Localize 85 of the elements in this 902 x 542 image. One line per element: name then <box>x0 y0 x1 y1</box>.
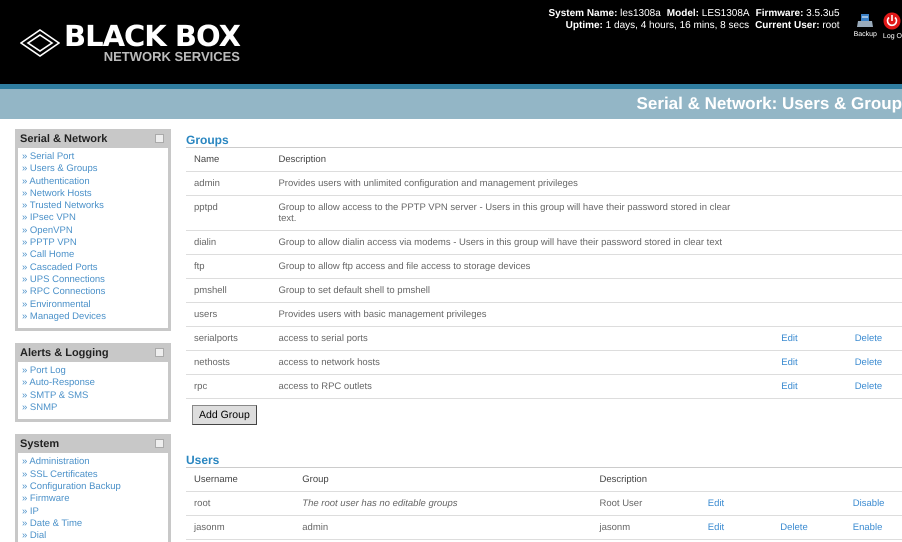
sidebar-link[interactable]: » Managed Devices <box>22 310 164 324</box>
system-info-text: System Name: les1308a <box>548 8 661 20</box>
table-cell: admin <box>302 522 328 533</box>
sidebar-link[interactable]: » Port Log <box>22 365 164 378</box>
sidebar-link[interactable]: » Authentication <box>22 176 164 188</box>
panel-title: Alerts & Logging <box>20 346 109 359</box>
edit-link[interactable]: Edit <box>781 333 798 344</box>
table-cell: dialin <box>194 237 216 248</box>
sidebar-link[interactable]: » SMTP & SMS <box>22 390 164 402</box>
collapse-icon[interactable] <box>155 439 164 448</box>
table-cell: pptpd <box>194 202 218 213</box>
system-info-text: Model: LES1308A <box>666 8 750 20</box>
edit-link[interactable]: Edit <box>781 357 798 368</box>
diamond-logo-icon <box>20 28 60 56</box>
table-cell: nethosts <box>194 357 230 368</box>
sidebar-link[interactable]: » Cascaded Ports <box>22 262 164 274</box>
delete-link[interactable]: Delete <box>780 522 808 533</box>
column-header: Username <box>194 474 238 485</box>
add-group-button[interactable]: Add Group <box>192 405 257 425</box>
sidebar-link[interactable]: » Network Hosts <box>22 188 164 200</box>
sidebar-link[interactable]: » Trusted Networks <box>22 200 164 212</box>
table-cell: Group to allow ftp access and file access to storage devices <box>278 261 530 272</box>
edit-link[interactable]: Edit <box>781 381 798 392</box>
table-cell: access to serial ports <box>278 333 368 344</box>
brand-name: BLACK BOX <box>64 22 240 50</box>
page-title: Serial & Network: Users & Group <box>636 94 902 114</box>
table-cell: users <box>194 309 218 320</box>
panel-title: System <box>20 438 60 450</box>
panel-title: Serial & Network <box>20 132 108 144</box>
sidebar-link[interactable]: » Auto-Response <box>22 377 164 390</box>
table-cell: jasonm <box>194 522 225 533</box>
collapse-icon[interactable] <box>155 348 164 358</box>
toggle-link[interactable]: Disable <box>852 498 884 509</box>
table-cell: The root user has no editable groups <box>302 498 458 509</box>
power-icon <box>883 12 902 30</box>
delete-link[interactable]: Delete <box>854 357 882 368</box>
column-header: Description <box>278 154 326 165</box>
table-cell: Provides users with basic management privileges <box>278 309 487 320</box>
edit-link[interactable]: Edit <box>708 498 724 509</box>
sidebar-link[interactable]: » Dial <box>22 530 164 542</box>
table-cell: ftp <box>194 261 205 272</box>
edit-link[interactable]: Edit <box>708 522 724 533</box>
sidebar-link[interactable]: » PPTP VPN <box>22 237 164 250</box>
column-header: Group <box>302 474 329 485</box>
column-header: Name <box>194 154 220 165</box>
table-cell: Group to allow access to the PPTP VPN server - Users in this group will have their password stored in clear text. <box>278 202 730 224</box>
table-cell: rpc <box>194 381 208 392</box>
sidebar-link[interactable]: » UPS Connections <box>22 274 164 286</box>
brand-tagline: NETWORK SERVICES <box>104 50 240 63</box>
tray-icon <box>856 12 874 28</box>
sidebar-link[interactable]: » Users & Groups <box>22 163 164 176</box>
sidebar-link[interactable]: » OpenVPN <box>22 224 164 238</box>
section-title: Users <box>186 453 902 468</box>
sidebar-link[interactable]: » Serial Port <box>22 151 164 164</box>
sidebar-link[interactable]: » Configuration Backup <box>22 480 164 494</box>
sidebar-link[interactable]: » SNMP <box>22 402 164 414</box>
system-info-text: Uptime: 1 days, 4 hours, 16 mins, 8 secs <box>566 20 750 32</box>
sidebar-link[interactable]: » Administration <box>22 456 164 469</box>
table-cell: Root User <box>599 498 642 509</box>
table-cell: admin <box>194 178 220 189</box>
table-cell: Provides users with unlimited configuration and management privileges <box>278 178 578 189</box>
sidebar-link[interactable]: » Environmental <box>22 298 164 311</box>
table-cell: access to network hosts <box>278 357 380 368</box>
table-cell: Group to allow dialin access via modems - Users in this group will have their password stored in clear text <box>278 237 722 248</box>
table-cell: jasonm <box>599 522 630 533</box>
table-cell: access to RPC outlets <box>278 381 372 392</box>
sidebar-link[interactable]: » IPsec VPN <box>22 212 164 225</box>
table-cell: serialports <box>194 333 238 344</box>
sidebar-link[interactable]: » IP <box>22 506 164 518</box>
delete-link[interactable]: Delete <box>854 381 882 392</box>
delete-link[interactable]: Delete <box>854 333 882 344</box>
sidebar-link[interactable]: » Firmware <box>22 493 164 506</box>
sidebar-link[interactable]: » SSL Certificates <box>22 468 164 481</box>
table-cell: Group to set default shell to pmshell <box>278 285 430 296</box>
table-cell: pmshell <box>194 285 227 296</box>
sidebar-link[interactable]: » Date & Time <box>22 518 164 530</box>
sidebar-link[interactable]: » Call Home <box>22 249 164 262</box>
section-title: Groups <box>186 133 902 148</box>
collapse-icon[interactable] <box>155 134 164 143</box>
system-info-text: Firmware: 3.5.3u5 <box>756 8 840 20</box>
sidebar-link[interactable]: » RPC Connections <box>22 286 164 299</box>
system-info-text: Current User: root <box>755 20 840 32</box>
column-header: Description <box>599 474 648 485</box>
table-cell: root <box>194 498 210 509</box>
toggle-link[interactable]: Enable <box>852 522 882 533</box>
